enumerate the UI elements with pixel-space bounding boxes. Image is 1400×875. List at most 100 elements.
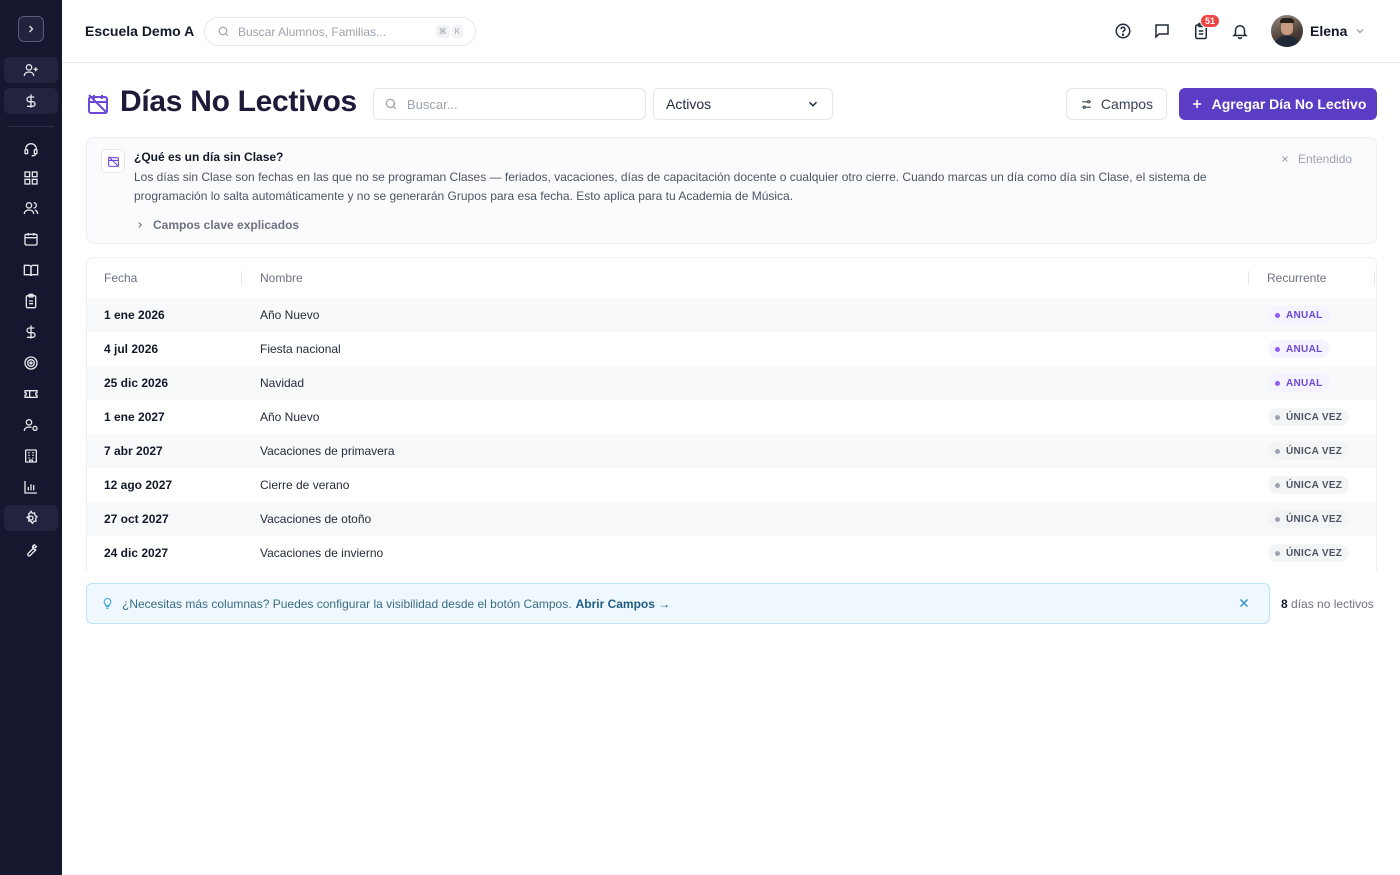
- table-row[interactable]: 12 ago 2027 Cierre de verano ÚNICA VEZ: [87, 468, 1376, 502]
- sidebar-item-tasks[interactable]: [4, 288, 58, 314]
- cell-date: 1 ene 2027: [104, 410, 165, 424]
- record-count-number: 8: [1281, 597, 1288, 611]
- cell-name: Fiesta nacional: [260, 342, 341, 356]
- shortcut-key: ⌘: [435, 25, 450, 38]
- search-shortcut: ⌘ K: [435, 25, 463, 38]
- sidebar-item-support[interactable]: [4, 136, 58, 162]
- column-header-name[interactable]: Nombre: [260, 271, 303, 285]
- sidebar-item-calendar[interactable]: [4, 226, 58, 252]
- recurrence-dot: [1275, 346, 1280, 352]
- key-fields-label: Campos clave explicados: [153, 218, 300, 232]
- table-row[interactable]: 24 dic 2027 Vacaciones de invierno ÚNICA V…: [87, 536, 1376, 570]
- top-bar: Escuela Demo A Buscar Alumnos, Familias.…: [62, 0, 1400, 63]
- table-body: 1 ene 2026 Año Nuevo ANUAL 4 jul 2026 Fiesta…: [87, 298, 1376, 570]
- cell-name: Año Nuevo: [260, 410, 320, 424]
- dollar-icon: [26, 325, 36, 339]
- calendar-off-icon: [88, 94, 108, 114]
- info-panel-icon: [101, 149, 125, 173]
- page-title: Días No Lectivos: [120, 85, 357, 118]
- chevron-down-icon[interactable]: [1354, 25, 1366, 37]
- sidebar-expand-button[interactable]: [18, 16, 44, 42]
- chevron-right-icon: [29, 25, 34, 33]
- sidebar-item-locations[interactable]: [4, 443, 58, 469]
- table-row[interactable]: 7 abr 2027 Vacaciones de primavera ÚNICA V…: [87, 434, 1376, 468]
- book-icon: [23, 264, 39, 277]
- table-header: Fecha Nombre Recurrente: [87, 258, 1376, 298]
- recurrence-dot: [1275, 482, 1280, 488]
- sidebar-item-tools[interactable]: [4, 537, 58, 563]
- messages-button[interactable]: [1152, 21, 1172, 41]
- table-row[interactable]: 1 ene 2027 Año Nuevo ÚNICA VEZ: [87, 400, 1376, 434]
- fields-button-label: Campos: [1100, 96, 1154, 112]
- sidebar-item-payments[interactable]: [4, 88, 58, 114]
- fields-button[interactable]: Campos: [1066, 88, 1167, 120]
- sidebar-item-add-user[interactable]: [4, 57, 58, 83]
- sidebar-item-students[interactable]: [4, 195, 58, 221]
- chevron-down-icon: [808, 101, 818, 107]
- cell-name: Vacaciones de invierno: [260, 546, 384, 560]
- sidebar-item-courses[interactable]: [4, 257, 58, 283]
- target-icon: [24, 356, 38, 370]
- help-button[interactable]: [1113, 21, 1133, 41]
- sidebar-item-tickets[interactable]: [4, 381, 58, 407]
- column-resizer[interactable]: [1374, 271, 1375, 285]
- sidebar-item-dashboard[interactable]: [4, 165, 58, 191]
- school-name: Escuela Demo A: [85, 23, 195, 39]
- recurrence-label: ÚNICA VEZ: [1286, 479, 1343, 491]
- add-non-school-day-button[interactable]: Agregar Día No Lectivo: [1179, 88, 1377, 120]
- clipboard-icon: [25, 293, 37, 309]
- recurrence-badge: ANUAL: [1268, 340, 1330, 358]
- table-row[interactable]: 27 oct 2027 Vacaciones de otoño ÚNICA VEZ: [87, 502, 1376, 536]
- sidebar-item-settings[interactable]: [4, 505, 58, 531]
- sidebar: [0, 0, 62, 875]
- cell-name: Cierre de verano: [260, 478, 350, 492]
- table-row[interactable]: 4 jul 2026 Fiesta nacional ANUAL: [87, 332, 1376, 366]
- chevron-right-icon: [138, 222, 142, 228]
- open-fields-link[interactable]: Abrir Campos →: [576, 597, 671, 611]
- page-search-placeholder: Buscar...: [407, 96, 458, 112]
- avatar[interactable]: [1271, 15, 1303, 47]
- column-header-recurrent[interactable]: Recurrente: [1267, 271, 1326, 285]
- dismiss-info-button[interactable]: Entendido: [1280, 152, 1352, 166]
- non-school-days-table: Fecha Nombre Recurrente 1 ene 2026 Año Nu…: [86, 257, 1377, 571]
- recurrence-badge: ANUAL: [1268, 374, 1330, 392]
- table-row[interactable]: 1 ene 2026 Año Nuevo ANUAL: [87, 298, 1376, 332]
- notifications-button[interactable]: [1230, 21, 1250, 41]
- tip-banner: ¿Necesitas más columnas? Puedes configur…: [86, 583, 1270, 624]
- status-filter-select[interactable]: Activos: [653, 88, 833, 120]
- info-title: ¿Qué es un día sin Clase?: [134, 150, 284, 164]
- sidebar-item-goals[interactable]: [4, 350, 58, 376]
- close-icon[interactable]: [1237, 596, 1251, 610]
- column-resizer[interactable]: [1248, 271, 1249, 285]
- recurrence-label: ANUAL: [1286, 343, 1323, 355]
- cell-date: 27 oct 2027: [104, 512, 169, 526]
- user-plus-icon: [23, 63, 38, 77]
- record-count-label: días no lectivos: [1291, 597, 1374, 611]
- search-icon: [385, 98, 397, 110]
- recurrence-dot: [1275, 312, 1280, 318]
- sidebar-item-reports[interactable]: [4, 474, 58, 500]
- sidebar-item-staff[interactable]: [4, 412, 58, 438]
- page-search-input[interactable]: Buscar...: [373, 88, 646, 120]
- sidebar-item-billing[interactable]: [4, 319, 58, 345]
- sidebar-divider: [8, 126, 54, 127]
- recurrence-dot: [1275, 550, 1280, 556]
- record-count: 8 días no lectivos: [1281, 597, 1374, 611]
- recurrence-badge: ANUAL: [1268, 306, 1330, 324]
- user-name[interactable]: Elena: [1310, 23, 1347, 39]
- column-header-date[interactable]: Fecha: [104, 271, 137, 285]
- info-panel: ¿Qué es un día sin Clase? Los días sin C…: [86, 137, 1377, 244]
- key-fields-toggle[interactable]: Campos clave explicados: [135, 218, 299, 232]
- shortcut-key: K: [451, 25, 463, 38]
- cell-date: 1 ene 2026: [104, 308, 165, 322]
- cell-date: 4 jul 2026: [104, 342, 159, 356]
- column-resizer[interactable]: [241, 271, 242, 285]
- recurrence-label: ÚNICA VEZ: [1286, 513, 1343, 525]
- recurrence-badge: ÚNICA VEZ: [1268, 442, 1350, 460]
- table-row[interactable]: 25 dic 2026 Navidad ANUAL: [87, 366, 1376, 400]
- global-search-input[interactable]: Buscar Alumnos, Familias... ⌘ K: [204, 17, 476, 46]
- search-icon: [218, 26, 229, 37]
- users-icon: [23, 202, 39, 215]
- lightbulb-icon: [103, 598, 112, 609]
- gear-icon: [25, 510, 38, 525]
